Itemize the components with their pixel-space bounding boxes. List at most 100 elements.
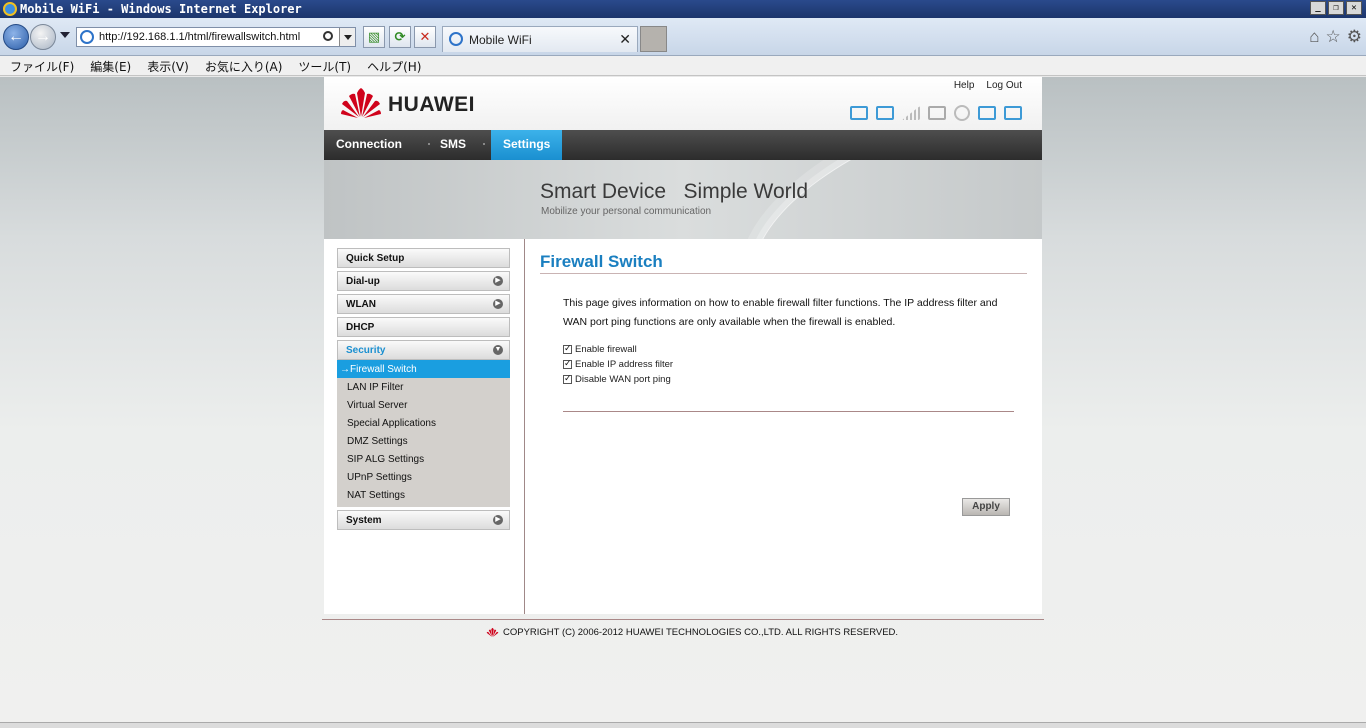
chevron-right-icon: ▶: [493, 515, 503, 525]
refresh-icon[interactable]: ⟳: [389, 26, 411, 48]
security-submenu: →Firewall Switch LAN IP Filter Virtual S…: [337, 360, 510, 507]
submenu-item-sip-alg-settings[interactable]: SIP ALG Settings: [337, 450, 510, 468]
window-titlebar: Mobile WiFi - Windows Internet Explorer …: [0, 0, 1366, 18]
menu-help[interactable]: ヘルプ(H): [359, 56, 429, 75]
logout-link[interactable]: Log Out: [986, 80, 1022, 91]
copyright-text: COPYRIGHT (C) 2006-2012 HUAWEI TECHNOLOG…: [503, 627, 899, 638]
sidebar-item-label: WLAN: [346, 299, 376, 310]
browser-status-bar: [0, 722, 1366, 728]
option-enable-ip-filter: Enable IP address filter: [563, 357, 1027, 372]
submenu-item-nat-settings[interactable]: NAT Settings: [337, 486, 510, 504]
home-icon[interactable]: ⌂: [1309, 27, 1319, 47]
back-button[interactable]: ←: [3, 24, 29, 50]
status-icons: [850, 105, 1022, 121]
sidebar-item-label: Dial-up: [346, 276, 380, 287]
firewall-options: Enable firewall Enable IP address filter…: [563, 342, 1027, 387]
brand-name: HUAWEI: [388, 93, 475, 116]
submenu-item-special-applications[interactable]: Special Applications: [337, 414, 510, 432]
sidebar-item-quick-setup[interactable]: Quick Setup: [337, 248, 510, 268]
browser-right-toolbar: ⌂ ☆ ⚙: [1309, 27, 1362, 47]
sidebar-item-label: System: [346, 515, 382, 526]
menu-edit[interactable]: 編集(E): [82, 56, 139, 75]
window-title: Mobile WiFi - Windows Internet Explorer: [20, 2, 302, 16]
sidebar-item-wlan[interactable]: WLAN ▶: [337, 294, 510, 314]
content-separator: [563, 411, 1014, 412]
menu-file[interactable]: ファイル(F): [2, 56, 82, 75]
url-field[interactable]: http://192.168.1.1/html/firewallswitch.h…: [76, 27, 356, 47]
sidebar-item-security[interactable]: Security ▼: [337, 340, 510, 360]
page-description: This page gives information on how to en…: [563, 297, 998, 328]
main-nav: Connection SMS Settings: [324, 130, 1042, 160]
submenu-item-firewall-switch[interactable]: →Firewall Switch: [337, 360, 510, 378]
sidebar-item-label: Quick Setup: [346, 253, 405, 264]
settings-sidebar: Quick Setup Dial-up ▶ WLAN ▶ DHCP Securi…: [337, 248, 510, 533]
forward-button[interactable]: →: [30, 24, 56, 50]
apply-button[interactable]: Apply: [962, 498, 1010, 516]
tools-gear-icon[interactable]: ⚙: [1347, 27, 1362, 47]
nav-separator: [483, 143, 485, 145]
page-header: HUAWEI Help Log Out: [324, 77, 1042, 130]
enable-firewall-checkbox[interactable]: [563, 343, 572, 354]
minimize-button[interactable]: _: [1310, 1, 1326, 15]
menu-favorites[interactable]: お気に入り(A): [197, 56, 291, 75]
sidebar-item-dial-up[interactable]: Dial-up ▶: [337, 271, 510, 291]
submenu-item-dmz-settings[interactable]: DMZ Settings: [337, 432, 510, 450]
option-disable-wan-ping: Disable WAN port ping: [563, 372, 1027, 387]
router-admin-page: HUAWEI Help Log Out Connection SMS Setti…: [324, 77, 1042, 614]
battery-icon: [1004, 106, 1022, 120]
huawei-small-logo-icon: [486, 627, 499, 637]
tab-connection[interactable]: Connection: [324, 130, 414, 160]
header-links: Help Log Out: [954, 80, 1022, 91]
submenu-item-lan-ip-filter[interactable]: LAN IP Filter: [337, 378, 510, 396]
menu-tools[interactable]: ツール(T): [290, 56, 359, 75]
sidebar-item-label: Security: [346, 345, 386, 356]
option-label: Disable WAN port ping: [575, 374, 671, 385]
footer-rule: [322, 619, 1044, 620]
search-icon[interactable]: [323, 31, 333, 41]
page-footer: COPYRIGHT (C) 2006-2012 HUAWEI TECHNOLOG…: [486, 627, 898, 638]
option-enable-firewall: Enable firewall: [563, 342, 1027, 357]
help-link[interactable]: Help: [954, 80, 975, 91]
tab-title[interactable]: Mobile WiFi: [469, 33, 532, 47]
ie-page-icon: [80, 30, 94, 44]
roaming-icon: [928, 106, 946, 120]
chevron-right-icon: ▶: [493, 299, 503, 309]
disable-wan-ping-checkbox[interactable]: [563, 373, 572, 384]
stop-icon[interactable]: ✕: [414, 26, 436, 48]
menu-view[interactable]: 表示(V): [139, 56, 197, 75]
sim-icon: [876, 106, 894, 120]
content-divider: [524, 239, 525, 614]
url-dropdown-icon[interactable]: [339, 28, 355, 46]
compatibility-view-icon[interactable]: ▧: [363, 26, 385, 48]
favorites-star-icon[interactable]: ☆: [1326, 27, 1341, 47]
option-label: Enable IP address filter: [575, 359, 674, 370]
sidebar-item-label: DHCP: [346, 322, 375, 333]
close-button[interactable]: ✕: [1346, 1, 1362, 15]
tab-settings[interactable]: Settings: [491, 130, 563, 160]
huawei-logo-icon: [341, 88, 381, 118]
option-label: Enable firewall: [575, 344, 637, 355]
enable-ip-filter-checkbox[interactable]: [563, 358, 572, 369]
chevron-right-icon: ▶: [493, 276, 503, 286]
submenu-item-upnp-settings[interactable]: UPnP Settings: [337, 468, 510, 486]
browser-tab-mobile-wifi[interactable]: Mobile WiFi ✕: [442, 26, 638, 52]
internet-globe-icon: [954, 105, 970, 121]
submenu-item-virtual-server[interactable]: Virtual Server: [337, 396, 510, 414]
sidebar-item-system[interactable]: System ▶: [337, 510, 510, 530]
url-text[interactable]: http://192.168.1.1/html/firewallswitch.h…: [99, 31, 300, 43]
new-tab-button[interactable]: [640, 26, 667, 52]
tab-sms[interactable]: SMS: [428, 130, 478, 160]
recent-pages-dropdown-icon[interactable]: [60, 32, 70, 38]
signal-strength-icon: [902, 106, 920, 120]
menu-bar: ファイル(F) 編集(E) 表示(V) お気に入り(A) ツール(T) ヘルプ(…: [0, 56, 1366, 76]
window-controls: _ ❐ ✕: [1310, 1, 1362, 15]
address-bar: ← → http://192.168.1.1/html/firewallswit…: [0, 18, 1366, 56]
sms-envelope-icon[interactable]: [850, 106, 868, 120]
tab-ie-icon: [449, 32, 463, 46]
firewall-switch-panel: Firewall Switch This page gives informat…: [540, 252, 1027, 516]
sidebar-item-dhcp[interactable]: DHCP: [337, 317, 510, 337]
maximize-button[interactable]: ❐: [1328, 1, 1344, 15]
tab-close-icon[interactable]: ✕: [619, 31, 631, 48]
banner-tagline: Mobilize your personal communication: [541, 206, 712, 217]
ie-logo-icon: [3, 2, 17, 16]
